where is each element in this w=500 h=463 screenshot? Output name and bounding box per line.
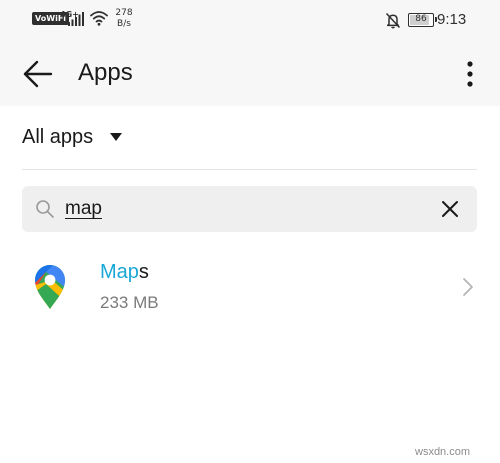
search-input[interactable] [65, 195, 405, 223]
status-bar: VoWiFi 4G+ 278 B/s 86 9:13 [0, 0, 500, 42]
divider [22, 169, 477, 170]
app-bar: Apps [0, 42, 500, 106]
page-title: Apps [78, 59, 133, 86]
app-name-rest: s [138, 261, 149, 283]
bell-off-icon [385, 12, 401, 29]
app-screen: VoWiFi 4G+ 278 B/s 86 9:13 Apps All apps… [0, 0, 500, 463]
wifi-icon [90, 11, 108, 26]
caret-down-icon [110, 133, 123, 141]
app-list-item-maps[interactable]: Maps 233 MB [0, 252, 500, 324]
search-box [22, 186, 477, 232]
back-button[interactable] [18, 56, 58, 92]
network-speed-value: 278 [115, 8, 133, 18]
status-clock: 9:13 [437, 11, 467, 28]
app-filter-dropdown[interactable]: All apps [22, 122, 123, 152]
filter-label: All apps [22, 125, 94, 148]
network-speed-unit: B/s [117, 19, 131, 29]
app-size: 233 MB [100, 293, 159, 312]
arrow-left-icon [23, 60, 53, 88]
network-speed: 278 B/s [114, 8, 134, 30]
app-name-match: Map [100, 261, 139, 283]
search-icon [36, 200, 54, 218]
chevron-right-icon [463, 278, 473, 296]
google-maps-pin-icon [35, 265, 65, 309]
close-icon [442, 201, 458, 217]
more-options-button[interactable] [458, 58, 482, 90]
watermark: wsxdn.com [415, 446, 471, 458]
more-vertical-icon [467, 61, 473, 87]
battery-level: 86 [415, 14, 427, 24]
signal-strength-icon [68, 12, 84, 26]
clear-search-button[interactable] [440, 199, 460, 219]
app-name: Maps [100, 261, 149, 284]
battery-indicator: 86 [408, 13, 437, 27]
